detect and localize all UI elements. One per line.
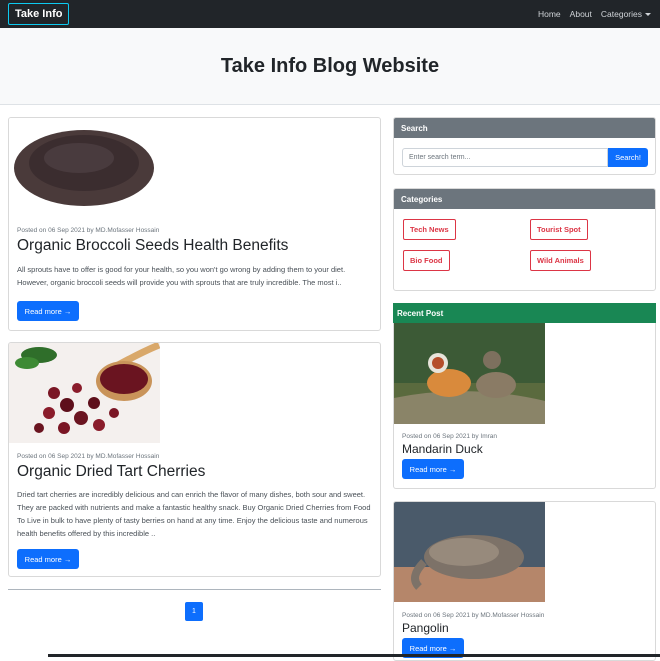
- pagination-divider: [8, 589, 381, 590]
- categories-header: Categories: [394, 189, 655, 209]
- post-excerpt: All sprouts have to offer is good for yo…: [17, 265, 346, 287]
- nav-categories-label: Categories: [600, 9, 642, 19]
- recent-image-pangolin: [394, 502, 545, 602]
- recent-post-meta: Posted on 06 Sep 2021 by Imran: [402, 433, 498, 440]
- category-wild-animals[interactable]: Wild Animals: [530, 250, 591, 271]
- recent-image-duck: [394, 323, 545, 424]
- categories-card: Categories Tech News Tourist Spot Bio Fo…: [393, 188, 656, 291]
- search-input[interactable]: Enter search term...: [402, 148, 608, 167]
- brand-logo[interactable]: Take Info: [8, 3, 70, 25]
- page-1-link[interactable]: 1: [185, 602, 203, 621]
- nav-home-link[interactable]: Home: [538, 9, 561, 19]
- recent-post-header: Recent Post: [393, 303, 656, 323]
- recent-post-meta: Posted on 06 Sep 2021 by MD.Mofasser Hos…: [402, 612, 545, 619]
- post-card: Posted on 06 Sep 2021 by MD.Mofasser Hos…: [8, 117, 381, 331]
- caret-down-icon: [645, 13, 651, 17]
- read-more-button[interactable]: Read more →: [17, 301, 79, 321]
- post-meta: Posted on 06 Sep 2021 by MD.Mofasser Hos…: [17, 227, 160, 234]
- post-meta: Posted on 06 Sep 2021 by MD.Mofasser Hos…: [17, 453, 160, 460]
- search-button[interactable]: Search!: [608, 148, 648, 167]
- recent-post-title[interactable]: Mandarin Duck: [402, 442, 483, 456]
- nav-links: Home About Categories: [538, 9, 651, 19]
- category-bio-food[interactable]: Bio Food: [403, 250, 450, 271]
- post-card: Posted on 06 Sep 2021 by MD.Mofasser Hos…: [8, 342, 381, 577]
- category-tech-news[interactable]: Tech News: [403, 219, 456, 240]
- post-title[interactable]: Organic Broccoli Seeds Health Benefits: [17, 237, 288, 255]
- page-header: Take Info Blog Website: [0, 28, 660, 105]
- recent-post-title[interactable]: Pangolin: [402, 621, 449, 635]
- post-image-cherries: [9, 343, 160, 443]
- post-excerpt: Dried tart cherries are incredibly delic…: [17, 490, 371, 538]
- search-card: Search Enter search term... Search!: [393, 117, 656, 175]
- post-title[interactable]: Organic Dried Tart Cherries: [17, 463, 205, 481]
- post-image-seeds: [9, 118, 159, 218]
- page-title: Take Info Blog Website: [220, 54, 440, 77]
- recent-post-card: Posted on 06 Sep 2021 by Imran Mandarin …: [393, 323, 656, 489]
- recent-post-card: Posted on 06 Sep 2021 by MD.Mofasser Hos…: [393, 501, 656, 661]
- nav-about-link[interactable]: About: [570, 9, 592, 19]
- read-more-button[interactable]: Read more →: [402, 459, 464, 479]
- category-tourist-spot[interactable]: Tourist Spot: [530, 219, 588, 240]
- navbar: Take Info Home About Categories: [0, 0, 660, 28]
- search-header: Search: [394, 118, 655, 138]
- read-more-button[interactable]: Read more →: [17, 549, 79, 569]
- nav-categories-dropdown[interactable]: Categories: [601, 9, 651, 19]
